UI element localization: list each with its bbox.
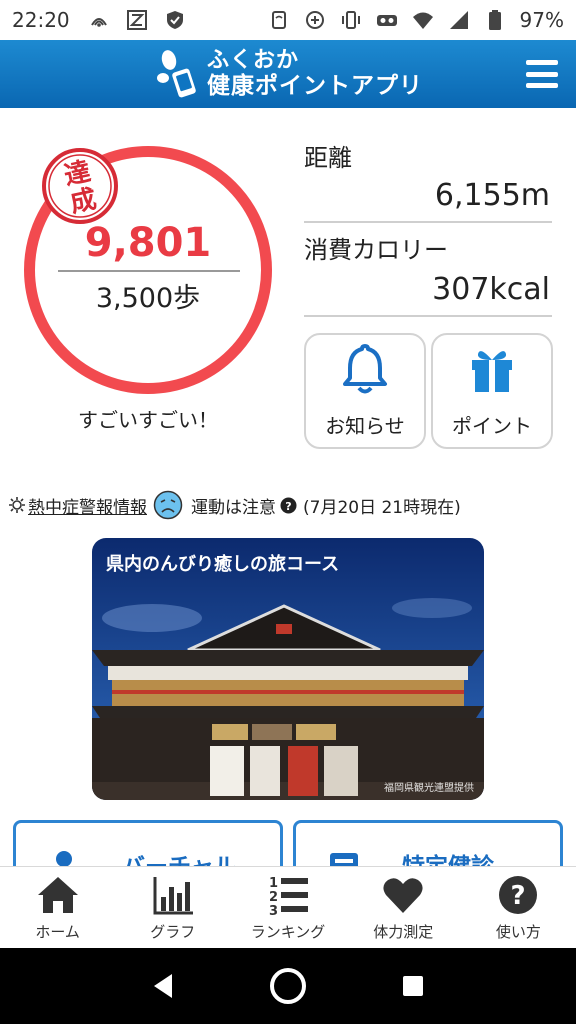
distance-divider xyxy=(304,221,552,223)
svg-text:?: ? xyxy=(511,881,526,911)
app-logo: ふくおか 健康ポイントアプリ xyxy=(153,48,423,100)
battery-icon xyxy=(484,9,506,31)
svg-text:1: 1 xyxy=(269,876,278,891)
recent-apps-icon[interactable] xyxy=(393,966,433,1006)
gift-icon xyxy=(472,351,512,392)
nav-home-label: ホーム xyxy=(35,923,80,941)
plus-circle-icon xyxy=(304,9,326,31)
nav-fitness[interactable]: 体力測定 xyxy=(346,867,461,948)
graph-icon xyxy=(153,877,193,915)
worried-face-icon xyxy=(153,490,183,520)
home-circle-icon[interactable] xyxy=(268,966,308,1006)
nav-graph[interactable]: グラフ xyxy=(115,867,230,948)
status-left-icons xyxy=(88,9,186,31)
banner-title: 県内のんびり癒しの旅コース xyxy=(106,554,340,575)
svg-text:?: ? xyxy=(285,500,291,513)
status-bar: 22:20 97% xyxy=(0,0,576,40)
calorie-label: 消費カロリー xyxy=(304,236,448,264)
travel-course-banner[interactable]: 県内のんびり癒しの旅コース 福岡県観光連盟提供 xyxy=(92,538,484,800)
steps-divider xyxy=(58,270,240,272)
steps-current: 9,801 xyxy=(84,220,212,266)
distance-value: 6,155m xyxy=(434,178,550,213)
wifi-icon xyxy=(412,9,434,31)
theater-photo xyxy=(92,538,484,800)
back-icon[interactable] xyxy=(143,966,183,1006)
nfc-tap-icon xyxy=(268,9,290,31)
calorie-value: 307kcal xyxy=(432,272,550,307)
bottom-navigation: ホーム グラフ 1 2 3 ランキング 体力測定 ? 使い方 xyxy=(0,866,576,948)
nfc-icon xyxy=(88,9,110,31)
heart-icon xyxy=(383,878,423,913)
bell-icon xyxy=(343,344,387,394)
footprints-logo-icon xyxy=(157,50,196,98)
status-time: 22:20 xyxy=(12,8,70,32)
app-header: ふくおか 健康ポイントアプリ xyxy=(0,40,576,108)
banner-credit: 福岡県観光連盟提供 xyxy=(384,783,474,794)
achieved-stamp: 達 成 xyxy=(42,148,118,224)
hamburger-menu-icon[interactable] xyxy=(526,60,558,88)
app-title-line2: 健康ポイントアプリ xyxy=(207,73,423,100)
android-navigation-bar xyxy=(0,948,576,1024)
vibrate-icon xyxy=(340,9,362,31)
app-title-line1: ふくおか xyxy=(207,48,300,74)
notice-button-label: お知らせ xyxy=(325,414,405,438)
heatstroke-info-row: 熱中症警報情報 運動は注意 ? (7月20日 21時現在) xyxy=(8,490,568,520)
distance-label: 距離 xyxy=(304,144,352,172)
z-app-icon xyxy=(126,9,148,31)
sun-icon xyxy=(9,497,25,513)
svg-text:3: 3 xyxy=(269,904,278,917)
praise-message: すごいすごい！ xyxy=(78,408,218,432)
help-icon: ? xyxy=(499,876,538,914)
calorie-divider xyxy=(304,315,552,317)
vr-icon xyxy=(376,9,398,31)
nav-graph-label: グラフ xyxy=(150,923,196,941)
nav-ranking[interactable]: 1 2 3 ランキング xyxy=(230,867,345,948)
point-button[interactable]: ポイント xyxy=(431,333,553,449)
heatstroke-status: 運動は注意 xyxy=(191,497,276,518)
nav-help[interactable]: ? 使い方 xyxy=(461,867,576,948)
nav-fitness-label: 体力測定 xyxy=(373,923,434,941)
nav-ranking-label: ランキング xyxy=(250,923,326,941)
point-button-label: ポイント xyxy=(452,414,532,438)
status-right-icons: 97% xyxy=(268,8,564,32)
notice-button[interactable]: お知らせ xyxy=(304,333,426,449)
heatstroke-timestamp: (7月20日 21時現在) xyxy=(303,497,461,518)
ranking-icon: 1 2 3 xyxy=(269,876,308,917)
svg-text:2: 2 xyxy=(269,890,278,905)
battery-percent: 97% xyxy=(519,8,564,32)
nav-home[interactable]: ホーム xyxy=(0,867,115,948)
home-icon xyxy=(37,877,78,913)
heatstroke-info-link[interactable]: 熱中症警報情報 xyxy=(28,493,147,518)
help-circle-icon[interactable]: ? xyxy=(280,497,297,514)
nav-help-label: 使い方 xyxy=(495,923,541,941)
steps-goal: 3,500歩 xyxy=(95,283,201,314)
signal-icon xyxy=(448,9,470,31)
shield-icon xyxy=(164,9,186,31)
